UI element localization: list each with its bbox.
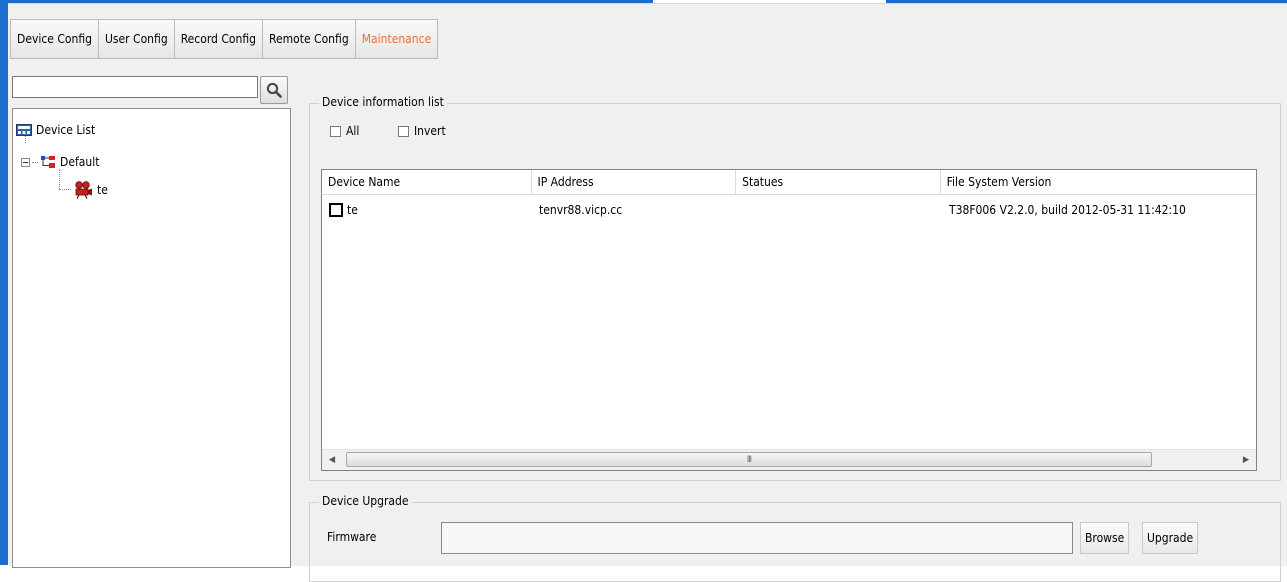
select-all-label: All	[346, 124, 360, 138]
device-upgrade-title: Device Upgrade	[319, 494, 412, 508]
tab-record-config[interactable]: Record Config	[173, 19, 262, 59]
table-row[interactable]: te tenvr88.vicp.cc T38F006 V2.2.0, build…	[322, 200, 1256, 220]
device-list-icon	[16, 124, 32, 136]
firmware-path-input[interactable]	[441, 522, 1073, 554]
scroll-right-button[interactable]: ▶	[1236, 450, 1256, 470]
tree-connector	[25, 131, 26, 143]
search-button[interactable]	[260, 76, 288, 104]
group-tree-icon	[41, 156, 55, 168]
tree-connector-h	[32, 161, 38, 163]
scroll-grip: III	[746, 454, 752, 465]
collapse-toggle[interactable]	[21, 157, 30, 167]
invert-label: Invert	[414, 124, 446, 138]
scroll-thumb[interactable]: III	[346, 452, 1152, 467]
column-file-system-version[interactable]: File System Version	[941, 170, 1256, 194]
config-tabs: Device Config User Config Record Config …	[10, 19, 439, 59]
tab-user-config[interactable]: User Config	[98, 19, 174, 59]
tree-root-label: Device List	[36, 123, 96, 137]
ip-address-cell: tenvr88.vicp.cc	[539, 203, 623, 217]
arrow-right-icon: ▶	[1242, 455, 1250, 465]
device-table: Device Name IP Address Statues File Syst…	[321, 169, 1257, 471]
tree-root-device-list[interactable]: Device List	[16, 121, 95, 139]
column-ip-address[interactable]: IP Address	[532, 170, 737, 194]
fs-version-cell: T38F006 V2.2.0, build 2012-05-31 11:42:1…	[949, 203, 1186, 217]
tree-group-default[interactable]: Default	[21, 153, 99, 171]
column-device-name[interactable]: Device Name	[322, 170, 532, 194]
tab-maintenance[interactable]: Maintenance	[354, 19, 439, 59]
camera-icon	[75, 181, 92, 199]
tree-device-te[interactable]: te	[73, 181, 108, 199]
checkbox-box[interactable]	[398, 125, 409, 137]
table-header: Device Name IP Address Statues File Syst…	[322, 170, 1256, 195]
row-checkbox[interactable]	[329, 203, 343, 217]
checkbox-box[interactable]	[330, 125, 341, 137]
tab-remote-config[interactable]: Remote Config	[262, 19, 355, 59]
device-tree: Device List Default te	[12, 108, 291, 568]
tree-connector	[59, 169, 60, 189]
device-name-cell: te	[347, 203, 358, 217]
invert-checkbox[interactable]: Invert	[398, 124, 446, 138]
select-all-checkbox[interactable]: All	[330, 124, 359, 138]
arrow-left-icon: ◀	[328, 455, 336, 465]
tab-device-config[interactable]: Device Config	[10, 19, 98, 59]
upgrade-button[interactable]: Upgrade	[1142, 522, 1199, 554]
horizontal-scrollbar[interactable]: ◀ III ▶	[322, 449, 1256, 470]
tree-device-label: te	[97, 183, 108, 197]
tree-group-label: Default	[60, 155, 100, 169]
row-checkbox-cell[interactable]: te	[329, 200, 358, 220]
device-search-input[interactable]	[12, 76, 258, 98]
tree-connector	[59, 189, 71, 190]
column-statues[interactable]: Statues	[736, 170, 941, 194]
window-frame-left	[0, 0, 8, 565]
firmware-label: Firmware	[327, 530, 377, 544]
device-info-title: Device information list	[319, 95, 447, 109]
scroll-left-button[interactable]: ◀	[322, 450, 342, 470]
search-icon	[266, 82, 282, 98]
browse-button[interactable]: Browse	[1080, 522, 1130, 554]
